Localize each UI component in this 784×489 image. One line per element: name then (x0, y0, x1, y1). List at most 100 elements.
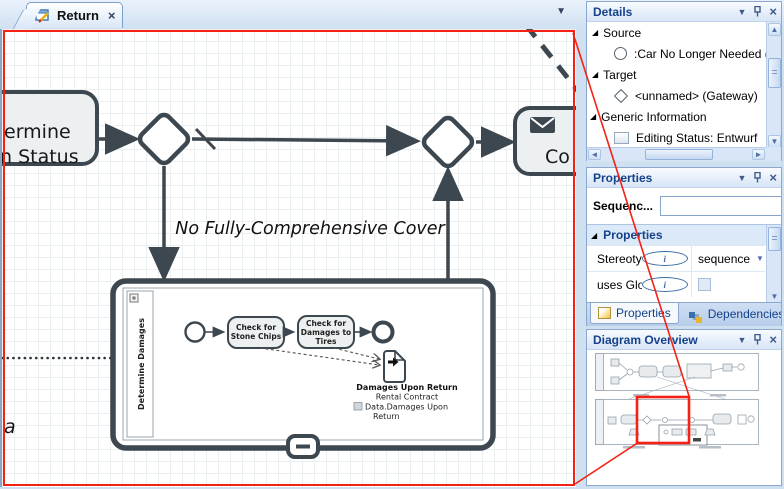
collapse-subprocess-button[interactable] (288, 436, 318, 457)
data-label-line3: Data.Damages Upon (365, 403, 448, 412)
tab-dependencies[interactable]: Dependencies (682, 303, 781, 324)
details-vertical-scrollbar[interactable]: ▲ ▼ (766, 22, 781, 149)
gateway-1[interactable] (137, 112, 191, 166)
scrollbar-corner (766, 147, 781, 161)
task-a-line1: Check for (236, 323, 276, 332)
sequence-name-input[interactable] (660, 196, 781, 216)
info-icon[interactable]: i (642, 277, 689, 292)
event-circle-icon (614, 47, 627, 60)
item-label: <unnamed> (Gateway) (635, 89, 758, 103)
scroll-up-icon[interactable]: ▲ (768, 23, 781, 36)
data-ref-icon (354, 403, 362, 411)
details-panel-header[interactable]: Details ▼ × (587, 2, 781, 22)
diagram-thumbnail[interactable] (595, 353, 765, 453)
tab-label: Dependencies (708, 307, 781, 321)
diagram-edit-icon (35, 9, 51, 23)
tab-return[interactable]: Return × (26, 2, 123, 28)
subprocess-content (123, 288, 483, 440)
dependencies-tab-icon (689, 312, 695, 318)
details-horizontal-scrollbar[interactable]: ◄ ► (587, 147, 766, 161)
task-b-line2: Damages to (301, 328, 351, 337)
tree-item-editing-status[interactable]: Editing Status: Entwurf (587, 127, 766, 148)
task-right-label: Co (545, 146, 570, 168)
tab-overflow-icon[interactable]: ▼ (556, 6, 566, 17)
group-label: Source (603, 26, 641, 40)
pin-icon[interactable] (753, 6, 762, 17)
lane-marker-dot (133, 297, 136, 300)
group-label: Target (603, 68, 636, 82)
tree-group-target[interactable]: ◢ Target (587, 64, 766, 85)
tab-properties[interactable]: Properties (590, 303, 679, 324)
end-event[interactable] (374, 323, 393, 342)
diagram-canvas[interactable]: ermine n Status Co No Fully-Comprehensiv… (2, 29, 576, 487)
chevron-down-icon[interactable]: ▼ (756, 254, 764, 263)
info-icon[interactable]: i (642, 251, 689, 266)
scroll-thumb[interactable] (768, 227, 781, 251)
tree-group-generic[interactable]: ◢ Generic Information (587, 106, 766, 127)
tab-close-icon[interactable]: × (108, 8, 116, 23)
panel-menu-icon[interactable]: ▼ (737, 7, 746, 17)
close-icon[interactable]: × (769, 4, 777, 19)
expanded-triangle-icon[interactable]: ◢ (590, 112, 596, 121)
expanded-triangle-icon[interactable]: ◢ (592, 70, 598, 79)
properties-panel-title: Properties (593, 171, 730, 185)
dashed-message-flow[interactable] (526, 29, 576, 91)
properties-footer-tabs: Properties Dependencies (587, 302, 781, 326)
uses-global-checkbox[interactable] (698, 278, 711, 291)
pin-icon[interactable] (753, 334, 762, 345)
scroll-thumb[interactable] (645, 149, 713, 160)
gateway-2[interactable] (421, 115, 475, 169)
data-label-line2: Rental Contract (376, 393, 438, 402)
task-left-label-line1: ermine (4, 121, 71, 143)
scroll-right-icon[interactable]: ► (752, 149, 765, 160)
properties-panel-header[interactable]: Properties ▼ × (587, 168, 781, 188)
overview-panel-title: Diagram Overview (593, 333, 730, 347)
property-label: Stereotype (597, 252, 642, 266)
close-icon[interactable]: × (769, 332, 777, 347)
properties-section-header[interactable]: ◢ Properties (587, 225, 781, 245)
overview-panel-header[interactable]: Diagram Overview ▼ × (587, 330, 781, 350)
sequence-name-label: Sequenc... (593, 199, 653, 213)
sequence-name-row: Sequenc... → (587, 188, 781, 224)
property-row-uses-global[interactable]: uses Global Con i (587, 271, 765, 297)
section-title: Properties (603, 228, 662, 242)
details-panel: Details ▼ × ◢ Source :Car No Longer Need… (586, 1, 782, 161)
properties-grid: ◢ Properties Stereotype i sequence ▼ use… (587, 224, 781, 305)
close-icon[interactable]: × (769, 170, 777, 185)
lane-label: Determine Damages (137, 318, 146, 410)
properties-panel: Properties ▼ × Sequenc... → ◢ Properties… (586, 167, 782, 326)
details-tree: ◢ Source :Car No Longer Needed (E ◢ Targ… (587, 22, 766, 147)
panel-menu-icon[interactable]: ▼ (737, 335, 746, 345)
pin-icon[interactable] (753, 172, 762, 183)
properties-tab-icon (598, 307, 611, 319)
properties-vertical-scrollbar[interactable]: ▼ (766, 225, 781, 305)
diagram-overview-panel: Diagram Overview ▼ × (586, 329, 782, 486)
tree-group-source[interactable]: ◢ Source (587, 22, 766, 43)
property-label: uses Global Con (597, 278, 642, 292)
task-b-line3: Tires (316, 337, 337, 346)
sequence-flow[interactable] (192, 139, 414, 141)
start-event[interactable] (186, 323, 205, 342)
expanded-triangle-icon[interactable]: ◢ (592, 28, 598, 37)
task-a-line2: Stone Chips (231, 332, 282, 341)
data-label-line4: Return (373, 412, 400, 421)
tab-label: Properties (616, 306, 671, 320)
scroll-left-icon[interactable]: ◄ (588, 149, 601, 160)
condition-label[interactable]: No Fully-Comprehensive Cover (175, 219, 446, 239)
tree-item-target[interactable]: <unnamed> (Gateway) (587, 85, 766, 106)
item-label: :Car No Longer Needed (E (634, 47, 777, 61)
group-label: Generic Information (601, 110, 706, 124)
property-row-stereotype[interactable]: Stereotype i sequence ▼ (587, 245, 765, 271)
stray-label: a (4, 416, 16, 438)
editing-status-icon (614, 132, 629, 144)
tree-item-source[interactable]: :Car No Longer Needed (E (587, 43, 766, 64)
data-label-line1: Damages Upon Return (356, 383, 458, 392)
expanded-triangle-icon[interactable]: ◢ (591, 231, 597, 240)
panel-menu-icon[interactable]: ▼ (737, 173, 746, 183)
stereotype-dropdown[interactable]: sequence ▼ (691, 246, 765, 271)
task-b-line1: Check for (306, 319, 346, 328)
item-label: Editing Status: Entwurf (636, 131, 757, 145)
gateway-diamond-icon (614, 88, 628, 102)
details-panel-title: Details (593, 5, 730, 19)
scroll-thumb[interactable] (768, 58, 781, 88)
